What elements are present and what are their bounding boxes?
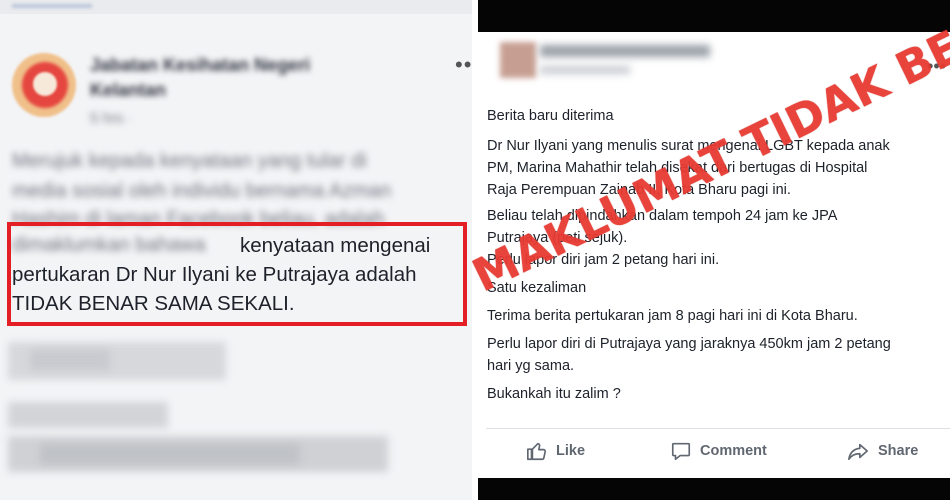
blurred-body-line-2: media sosial oleh individu bernama Azman <box>12 180 392 202</box>
author-name-line1[interactable]: Jabatan Kesihatan Negeri <box>90 55 310 76</box>
blurred-block-2 <box>8 402 168 428</box>
comment-icon <box>671 442 691 461</box>
share-button[interactable]: Share <box>846 440 918 462</box>
post-line-11: hari yg sama. <box>487 358 575 374</box>
share-icon <box>848 443 868 461</box>
highlight-line-3: TIDAK BENAR SAMA SEKALI. <box>12 292 295 315</box>
author-name-line2[interactable]: Kelantan <box>90 80 166 101</box>
like-label: Like <box>556 443 586 459</box>
blurred-link <box>12 4 92 8</box>
more-options-icon-right[interactable]: ••• <box>927 56 946 77</box>
video-bar-bottom <box>478 478 950 500</box>
blurred-block-3-detail <box>40 444 300 464</box>
blurred-body-line-1: Merujuk kepada kenyataan yang tular di <box>12 150 367 172</box>
post-line-9: Terima berita pertukaran jam 8 pagi hari… <box>487 308 858 324</box>
thumbs-up-icon <box>527 442 547 461</box>
post-line-5: Beliau telah dipindahkan dalam tempoh 24… <box>487 208 838 224</box>
post-line-2: Dr Nur Ilyani yang menulis surat mengena… <box>487 138 890 154</box>
comment-label: Comment <box>700 443 767 459</box>
highlight-line-1: kenyataan mengenai <box>240 234 431 257</box>
highlight-line-2: pertukaran Dr Nur Ilyani ke Putrajaya ad… <box>12 263 417 286</box>
blurred-block-1-detail <box>30 350 110 370</box>
poster-avatar[interactable] <box>500 42 536 78</box>
post-line-1: Berita baru diterima <box>487 108 614 124</box>
post-line-10: Perlu lapor diri di Putrajaya yang jarak… <box>487 336 891 352</box>
post-line-7: Perlu lapor diri jam 2 petang hari ini. <box>487 252 720 268</box>
post-line-8: Satu kezaliman <box>487 280 587 296</box>
left-facebook-post: Jabatan Kesihatan Negeri Kelantan 5 hrs … <box>0 0 472 500</box>
video-bar-top <box>478 0 950 32</box>
blurred-post-meta <box>540 66 630 74</box>
actions-divider <box>486 428 950 429</box>
post-line-12: Bukankah itu zalim ? <box>487 386 621 402</box>
logo-core <box>33 72 57 96</box>
right-facebook-post: ••• Berita baru diterima Dr Nur Ilyani y… <box>478 0 950 500</box>
more-options-icon[interactable]: ••• <box>455 52 472 78</box>
like-button[interactable]: Like <box>526 440 585 462</box>
comment-button[interactable]: Comment <box>670 440 767 462</box>
post-timestamp: 5 hrs · <box>90 110 133 127</box>
blurred-poster-name[interactable] <box>540 45 710 57</box>
post-line-4: Raja Perempuan Zainab II, Kota Bharu pag… <box>487 182 791 198</box>
post-line-3: PM, Marina Mahathir telah disekat dari b… <box>487 160 868 176</box>
share-label: Share <box>878 443 919 459</box>
post-line-6: Putrajaya (peti sejuk). <box>487 230 628 246</box>
